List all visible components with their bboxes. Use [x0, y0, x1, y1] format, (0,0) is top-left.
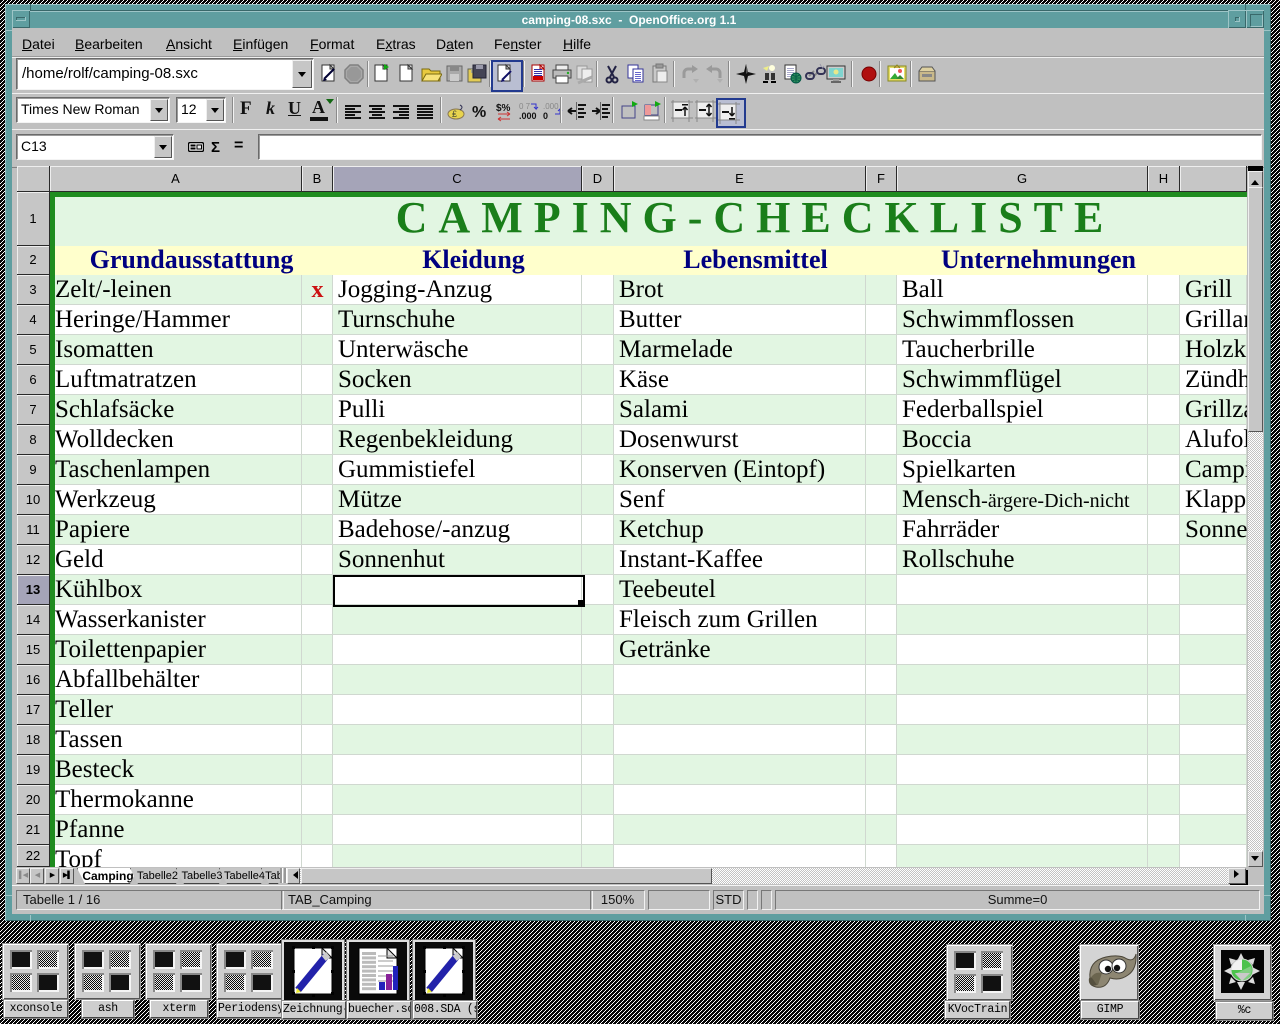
- svg-text:%: %: [472, 104, 486, 121]
- svg-text:0 7: 0 7: [519, 102, 531, 111]
- svg-text:.000: .000: [519, 111, 537, 121]
- svg-text:.000: .000: [543, 102, 559, 111]
- svg-text:0: 0: [543, 111, 548, 121]
- svg-text:₤: ₤: [452, 109, 457, 119]
